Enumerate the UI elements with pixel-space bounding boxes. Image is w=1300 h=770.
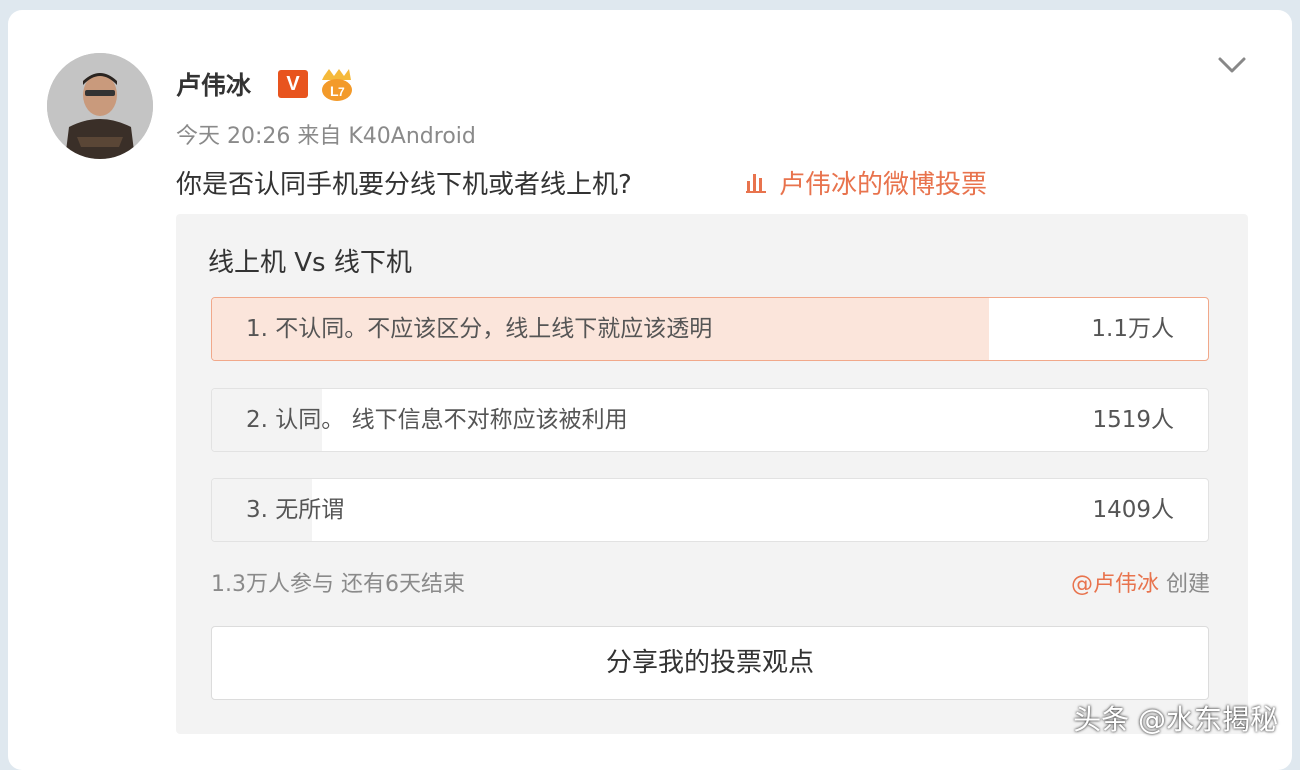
poll-option-count: 1409人 (1092, 497, 1174, 523)
poll-option-label: 2. 认同。 线下信息不对称应该被利用 (246, 407, 628, 433)
share-vote-button[interactable]: 分享我的投票观点 (211, 626, 1209, 700)
bar-chart-icon (746, 173, 766, 193)
poll-option-count: 1519人 (1092, 407, 1174, 433)
level-badge-icon: L 7 (318, 66, 356, 102)
poll-link-label: 卢伟冰的微博投票 (779, 170, 988, 200)
post-meta: 今天 20:26 来自 K40Android (176, 124, 476, 149)
poll-link[interactable]: 卢伟冰的微博投票 (745, 164, 987, 201)
poll-option[interactable]: 2. 认同。 线下信息不对称应该被利用 1519人 (211, 388, 1209, 452)
poll-stats: 1.3万人参与 还有6天结束 (211, 572, 465, 597)
post-text: 你是否认同手机要分线下机或者线上机? (176, 170, 632, 200)
creator-handle-link[interactable]: @卢伟冰 (1071, 572, 1159, 597)
poll-option-label: 1. 不认同。不应该区分，线上线下就应该透明 (246, 316, 713, 342)
svg-text:7: 7 (338, 85, 345, 99)
watermark: 头条 @水东揭秘 (1073, 703, 1278, 736)
poll-option-label: 3. 无所谓 (246, 497, 345, 523)
creator-suffix: 创建 (1159, 572, 1210, 597)
poll-option-count: 1.1万人 (1091, 316, 1174, 342)
poll-title: 线上机 Vs 线下机 (208, 248, 412, 278)
poll-option[interactable]: 1. 不认同。不应该区分，线上线下就应该透明 1.1万人 (211, 297, 1209, 361)
verified-badge: V (278, 70, 308, 98)
poll-option[interactable]: 3. 无所谓 1409人 (211, 478, 1209, 542)
chevron-down-icon[interactable] (1214, 52, 1250, 78)
poll-creator: @卢伟冰 创建 (1071, 566, 1210, 598)
author-name[interactable]: 卢伟冰 (176, 66, 251, 102)
avatar[interactable] (47, 53, 153, 159)
